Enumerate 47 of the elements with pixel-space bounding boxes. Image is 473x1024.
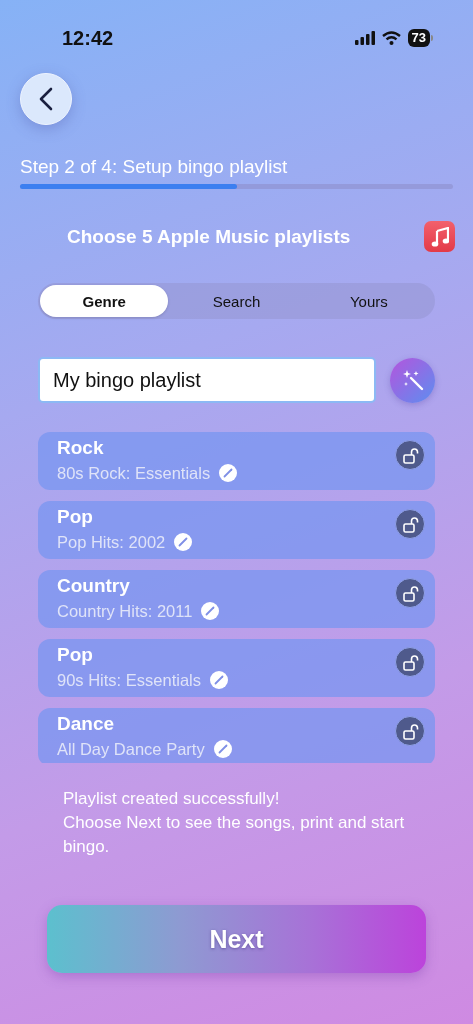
signal-icon — [354, 31, 375, 45]
edit-pencil-icon — [219, 464, 238, 482]
genre-label: Pop — [57, 643, 94, 667]
unlock-icon — [401, 584, 419, 602]
playlist-row[interactable]: Rock 80s Rock: Essentials — [38, 432, 435, 490]
magic-wand-button[interactable] — [390, 357, 435, 403]
unlock-icon — [401, 515, 419, 533]
battery-level: 73 — [407, 29, 430, 47]
genre-label: Pop — [57, 505, 94, 529]
music-app-icon — [424, 221, 455, 252]
edit-pencil-icon — [174, 533, 193, 551]
playlist-row[interactable]: Country Country Hits: 2011 — [38, 570, 435, 628]
lock-button[interactable] — [395, 578, 425, 608]
unlock-icon — [401, 722, 419, 740]
playlist-name-field[interactable]: My bingo playlist — [38, 357, 376, 403]
edit-pencil-icon — [201, 602, 220, 620]
wifi-icon — [381, 31, 401, 45]
back-button[interactable] — [20, 73, 72, 125]
lock-button[interactable] — [395, 716, 425, 746]
status-time: 12:42 — [62, 26, 114, 50]
segment-tab[interactable]: Yours — [304, 285, 433, 317]
next-button[interactable]: Next — [47, 905, 426, 973]
genre-label: Rock — [57, 436, 105, 460]
playlist-name: 90s Hits: Essentials — [57, 670, 201, 691]
playlist-row[interactable]: Pop Pop Hits: 2002 — [38, 501, 435, 559]
section-title: Choose 5 Apple Music playlists — [67, 225, 351, 248]
lock-button[interactable] — [395, 440, 425, 470]
playlist-name: Country Hits: 2011 — [57, 601, 193, 622]
playlist-name: Pop Hits: 2002 — [57, 532, 166, 553]
lock-button[interactable] — [395, 509, 425, 539]
status-message: Choose Next to see the songs, print and start bingo. — [63, 812, 406, 858]
status-message: Playlist created successfully! — [63, 788, 281, 810]
genre-label: Dance — [57, 712, 116, 736]
segment-tab[interactable]: Genre — [40, 285, 169, 317]
lock-button[interactable] — [395, 647, 425, 677]
edit-pencil-icon — [213, 740, 232, 758]
segment-tab[interactable]: Search — [172, 285, 301, 317]
unlock-icon — [401, 653, 419, 671]
playlist-row[interactable]: Pop 90s Hits: Essentials — [38, 639, 435, 697]
edit-pencil-icon — [210, 671, 228, 689]
playlist-row[interactable]: Dance All Day Dance Party — [38, 708, 435, 763]
unlock-icon — [401, 446, 419, 464]
playlist-name: 80s Rock: Essentials — [57, 463, 211, 484]
step-label: Step 2 of 4: Setup bingo playlist — [20, 156, 289, 178]
chevron-left-icon — [39, 87, 53, 111]
playlist-name: All Day Dance Party — [57, 739, 205, 760]
genre-label: Country — [57, 574, 131, 598]
